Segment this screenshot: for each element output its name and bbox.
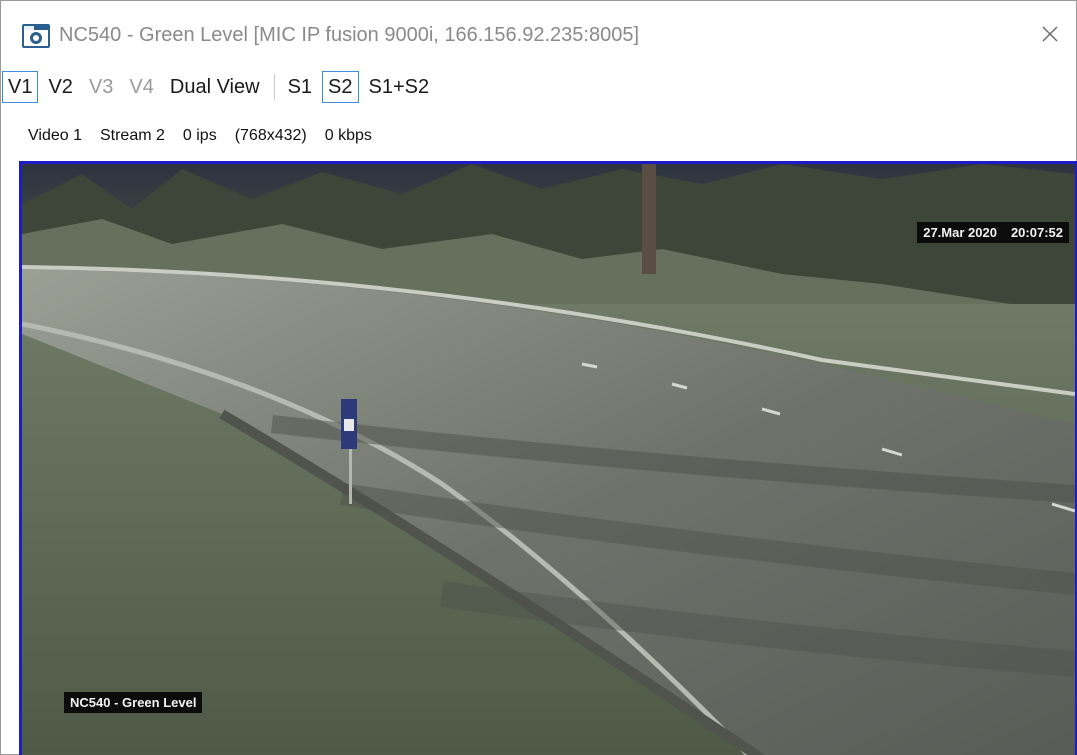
overlay-date: 27.Mar 2020 xyxy=(923,225,997,240)
overlay-time: 20:07:52 xyxy=(1010,225,1063,240)
tab-v1[interactable]: V1 xyxy=(2,71,39,103)
tab-v2[interactable]: V2 xyxy=(42,71,78,103)
stream-s2-button[interactable]: S2 xyxy=(322,71,359,103)
close-icon xyxy=(1041,25,1059,48)
camera-icon xyxy=(21,21,51,51)
tab-v4[interactable]: V4 xyxy=(123,71,159,103)
close-button[interactable] xyxy=(1032,19,1068,53)
toolbar-divider xyxy=(273,74,275,100)
window-title: NC540 - Green Level [MIC IP fusion 9000i… xyxy=(59,24,640,46)
stream-status: Video 1 Stream 2 0 ips (768x432) 0 kbps xyxy=(28,127,372,145)
camera-image xyxy=(22,164,1075,755)
location-overlay: NC540 - Green Level xyxy=(64,692,203,713)
stream-s1-button[interactable]: S1 xyxy=(282,71,318,103)
title-bar: NC540 - Green Level [MIC IP fusion 9000i… xyxy=(1,1,1076,67)
video-feed[interactable]: 27.Mar 2020 20:07:52 NC540 - Green Level xyxy=(19,161,1077,755)
stream-s1-s2-button[interactable]: S1+S2 xyxy=(363,71,436,103)
status-video: Video 1 xyxy=(28,127,82,144)
camera-viewer-window: NC540 - Green Level [MIC IP fusion 9000i… xyxy=(0,0,1077,755)
status-resolution: (768x432) xyxy=(234,127,307,144)
view-toolbar: V1 V2 V3 V4 Dual View S1 S2 S1+S2 xyxy=(1,67,1076,107)
datetime-overlay: 27.Mar 2020 20:07:52 xyxy=(917,222,1069,243)
tab-dual-view[interactable]: Dual View xyxy=(164,71,266,103)
status-fps: 0 ips xyxy=(182,127,217,144)
status-bitrate: 0 kbps xyxy=(324,127,372,144)
tab-v3[interactable]: V3 xyxy=(83,71,119,103)
status-stream: Stream 2 xyxy=(99,127,165,144)
